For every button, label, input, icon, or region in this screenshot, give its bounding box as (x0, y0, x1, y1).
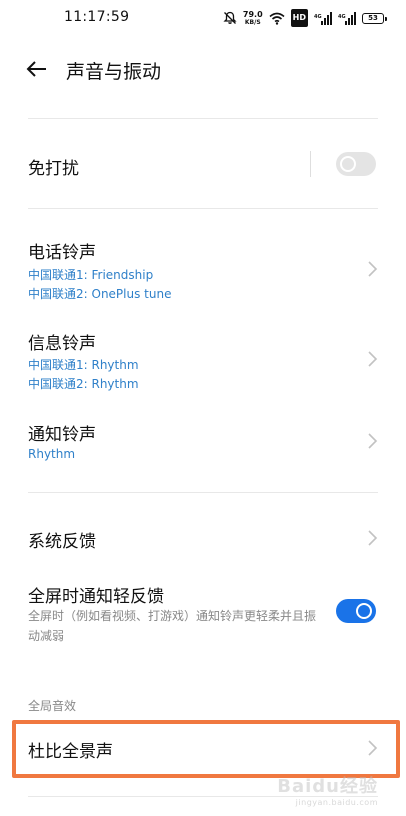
network-speed-value: 79.0 (242, 9, 263, 19)
battery-icon: 53 (362, 9, 387, 27)
page-title: 声音与振动 (66, 61, 162, 83)
wifi-icon (269, 9, 285, 27)
status-time: 11:17:59 (64, 9, 130, 25)
toggle-separator (310, 151, 311, 177)
status-bar: 11:17:59 79.0 KB/S HD 4G 4G 53 (0, 0, 406, 36)
phone-ringtone-row[interactable]: 电话铃声 中国联通1: Friendship 中国联通2: OnePlus tu… (0, 228, 406, 310)
mute-bell-icon (223, 9, 237, 27)
network-speed: 79.0 KB/S (243, 9, 263, 27)
fullscreen-feedback-description: 全屏时（例如看视频、打游戏）通知铃声更轻柔并且振动减弱 (28, 609, 317, 643)
notification-ringtone-row[interactable]: 通知铃声 Rhythm (0, 408, 406, 472)
phone-ringtone-label: 电话铃声 (28, 243, 96, 263)
hd-voice-badge: HD (290, 9, 308, 27)
message-ringtone-label: 信息铃声 (28, 334, 96, 354)
watermark-url: jingyan.baidu.com (295, 798, 378, 807)
svg-text:4G: 4G (338, 14, 346, 20)
sound-vibration-settings-page: 11:17:59 79.0 KB/S HD 4G 4G 53 声音与振动 免打扰… (0, 0, 406, 816)
message-ringtone-row[interactable]: 信息铃声 中国联通1: Rhythm 中国联通2: Rhythm (0, 318, 406, 400)
divider (28, 492, 378, 493)
toggle-knob (340, 156, 356, 172)
dnd-label: 免打扰 (28, 159, 79, 179)
message-ringtone-sim1: 中国联通1: Rhythm (28, 358, 139, 372)
battery-level: 53 (362, 12, 387, 24)
dnd-toggle[interactable] (336, 152, 376, 176)
status-icons: 79.0 KB/S HD 4G 4G 53 (223, 9, 387, 27)
fullscreen-feedback-toggle[interactable] (336, 599, 376, 623)
signal-sim1-icon: 4G (314, 9, 332, 27)
dnd-row[interactable]: 免打扰 (0, 132, 406, 196)
phone-ringtone-sim1: 中国联通1: Friendship (28, 268, 154, 282)
divider (28, 208, 378, 209)
signal-sim2-icon: 4G (338, 9, 356, 27)
fullscreen-feedback-row[interactable]: 全屏时通知轻反馈 全屏时（例如看视频、打游戏）通知铃声更轻柔并且振动减弱 (0, 574, 406, 654)
chevron-right-icon (368, 351, 378, 367)
arrow-left-icon[interactable] (24, 56, 50, 82)
message-ringtone-sim2: 中国联通2: Rhythm (28, 377, 139, 391)
notification-ringtone-value: Rhythm (28, 447, 76, 461)
chevron-right-icon (368, 530, 378, 546)
system-feedback-row[interactable]: 系统反馈 (0, 510, 406, 566)
highlight-annotation-box (12, 720, 400, 778)
notification-ringtone-label: 通知铃声 (28, 425, 96, 445)
fullscreen-feedback-label: 全屏时通知轻反馈 (28, 587, 164, 607)
chevron-right-icon (368, 261, 378, 277)
header: 声音与振动 (0, 40, 406, 98)
baidu-watermark: Baidu经验 jingyan.baidu.com (277, 772, 378, 807)
svg-text:4G: 4G (314, 14, 322, 20)
network-speed-unit: KB/S (244, 18, 261, 26)
section-label-global-audio: 全局音效 (28, 699, 77, 713)
divider (28, 118, 378, 119)
toggle-knob (356, 603, 372, 619)
system-feedback-label: 系统反馈 (28, 532, 96, 552)
watermark-logo: Baidu经验 (277, 776, 378, 797)
phone-ringtone-sim2: 中国联通2: OnePlus tune (28, 287, 172, 301)
chevron-right-icon (368, 433, 378, 449)
